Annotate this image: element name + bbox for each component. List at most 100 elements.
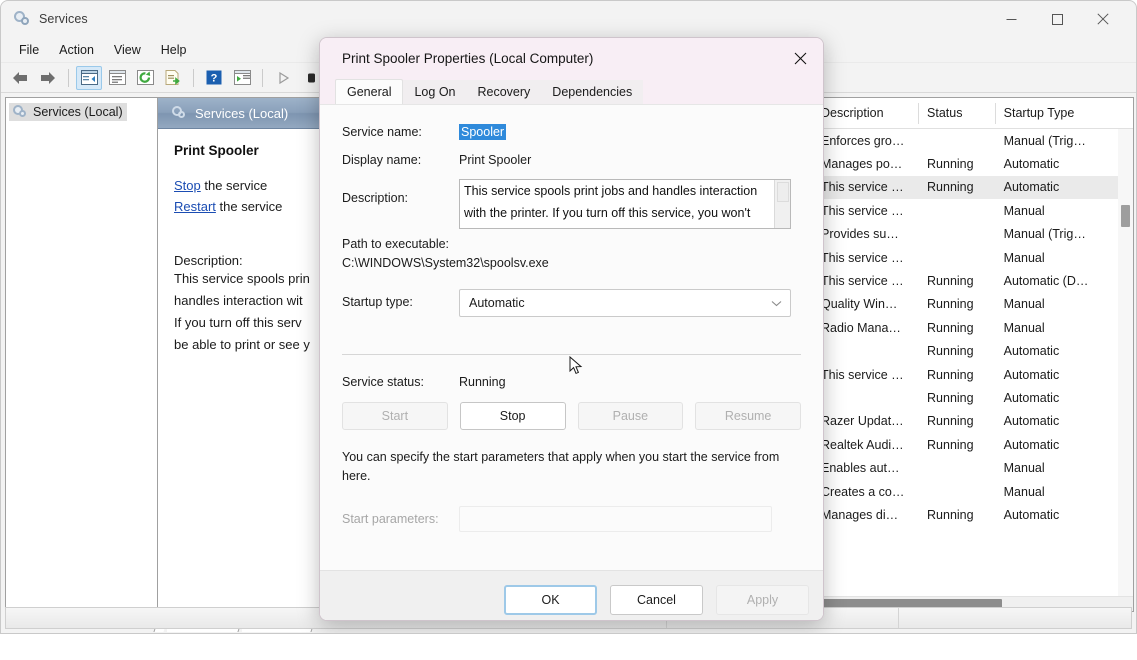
start-parameters-input[interactable]	[459, 506, 772, 532]
table-row[interactable]: Running Automatic	[813, 340, 1133, 363]
export-list-icon[interactable]	[160, 66, 186, 90]
back-icon[interactable]	[7, 66, 33, 90]
start-parameters-hint: You can specify the start parameters tha…	[342, 450, 780, 483]
tab-recovery[interactable]: Recovery	[466, 80, 542, 104]
startup-type-dropdown[interactable]: Automatic	[459, 289, 791, 317]
dialog-titlebar: Print Spooler Properties (Local Computer…	[320, 38, 823, 78]
table-row[interactable]: This service … Running Automatic	[813, 175, 1133, 200]
table-row[interactable]: This service … Manual	[813, 246, 1133, 269]
cell-status: Running	[927, 507, 974, 522]
chevron-down-icon	[771, 294, 782, 312]
service-status-row: Service status: Running	[342, 373, 801, 389]
table-row[interactable]: Manages di… Running Automatic	[813, 503, 1133, 526]
cell-status: Running	[927, 157, 974, 172]
description-scroll-thumb[interactable]	[777, 182, 789, 202]
stop-button[interactable]: Stop	[459, 402, 566, 430]
cell-startup-type: Automatic	[1003, 437, 1060, 452]
start-service-icon[interactable]	[270, 66, 296, 90]
list-vertical-scroll-thumb[interactable]	[1121, 205, 1130, 227]
toolbar-separator	[193, 68, 194, 87]
menu-file[interactable]: File	[9, 40, 49, 60]
startup-type-row: Startup type: Automatic	[342, 289, 801, 317]
services-gear-icon	[172, 105, 187, 121]
cell-startup-type: Automatic	[1003, 367, 1060, 382]
ok-button[interactable]: OK	[504, 584, 597, 615]
show-hide-console-tree-icon[interactable]	[76, 65, 102, 90]
window-titlebar: Services	[1, 1, 1136, 37]
start-button[interactable]: Start	[342, 402, 448, 430]
cell-status: Running	[927, 180, 974, 195]
description-scrollbar[interactable]	[774, 180, 790, 228]
cell-status: Running	[927, 274, 974, 289]
service-control-buttons: Start Stop Pause Resume	[342, 402, 801, 430]
print-spooler-properties-dialog: Print Spooler Properties (Local Computer…	[319, 37, 824, 621]
table-row[interactable]: This service … Running Automatic	[813, 363, 1133, 386]
column-header-startup-type[interactable]: Startup Type	[996, 103, 1133, 124]
table-row[interactable]: This service … Manual	[813, 199, 1133, 222]
menu-view[interactable]: View	[104, 40, 151, 60]
toolbar-separator	[262, 68, 263, 87]
table-row[interactable]: Realtek Audi… Running Automatic	[813, 433, 1133, 456]
refresh-icon[interactable]	[132, 66, 158, 90]
service-name-value[interactable]: Spooler	[459, 124, 507, 140]
path-value: C:\WINDOWS\System32\spoolsv.exe	[342, 256, 549, 270]
cell-description: This service …	[821, 367, 904, 382]
cell-description: Creates a co…	[821, 484, 905, 499]
close-icon[interactable]	[777, 38, 823, 78]
svg-text:?: ?	[211, 73, 218, 85]
cell-startup-type: Automatic	[1003, 507, 1060, 522]
tree-item-label: Services (Local)	[33, 105, 123, 119]
pause-button[interactable]: Pause	[577, 402, 684, 430]
description-textarea[interactable]: This service spools print jobs and handl…	[459, 179, 791, 229]
detail-header-label: Services (Local)	[195, 105, 289, 121]
table-row[interactable]: Razer Updat… Running Automatic	[813, 410, 1133, 433]
resume-button[interactable]: Resume	[695, 402, 801, 430]
forward-icon[interactable]	[35, 66, 61, 90]
display-name-value[interactable]: Print Spooler	[459, 151, 531, 167]
list-vertical-scrollbar[interactable]	[1118, 129, 1133, 596]
tab-general[interactable]: General	[335, 79, 404, 105]
table-row[interactable]: Running Automatic	[813, 386, 1133, 409]
table-row[interactable]: Enables aut… Manual	[813, 456, 1133, 479]
table-row[interactable]: Creates a co… Manual	[813, 480, 1133, 503]
table-row[interactable]: Quality Win… Running Manual	[813, 293, 1133, 316]
table-row[interactable]: Radio Mana… Running Manual	[813, 316, 1133, 339]
tab-log-on[interactable]: Log On	[403, 80, 467, 104]
close-icon[interactable]	[1080, 1, 1126, 37]
column-header-status[interactable]: Status	[919, 102, 996, 124]
tab-dependencies[interactable]: Dependencies	[541, 80, 644, 104]
tree-item-services-local[interactable]: Services (Local)	[9, 103, 127, 121]
cell-startup-type: Automatic	[1003, 180, 1060, 195]
apply-button[interactable]: Apply	[716, 584, 809, 615]
column-header-description[interactable]: Description	[813, 102, 920, 124]
cell-description: Radio Mana…	[821, 320, 901, 335]
cell-startup-type: Manual	[1003, 320, 1045, 335]
properties-icon[interactable]	[104, 66, 130, 90]
table-row[interactable]: Enforces gro… Manual (Trig…	[813, 129, 1133, 152]
service-status-value: Running	[459, 375, 506, 389]
table-row[interactable]: Provides su… Manual (Trig…	[813, 223, 1133, 246]
cancel-button[interactable]: Cancel	[610, 584, 703, 615]
startup-type-value: Automatic	[469, 296, 525, 310]
table-row[interactable]: This service … Running Automatic (D…	[813, 269, 1133, 292]
table-row[interactable]: Manages po… Running Automatic	[813, 152, 1133, 175]
minimize-icon[interactable]	[988, 1, 1034, 37]
cell-description: Provides su…	[821, 227, 899, 242]
status-segment-three	[899, 608, 1131, 628]
cell-status: Running	[927, 414, 974, 429]
maximize-icon[interactable]	[1034, 1, 1080, 37]
path-to-executable-block: Path to executable: C:\WINDOWS\System32\…	[342, 235, 801, 273]
cell-startup-type: Manual	[1003, 203, 1045, 218]
dialog-footer: OK Cancel Apply	[320, 570, 823, 620]
stop-service-link[interactable]: Stop	[174, 178, 201, 193]
cell-startup-type: Automatic	[1003, 344, 1060, 359]
services-gear-icon	[13, 105, 27, 119]
help-icon[interactable]: ?	[201, 66, 227, 90]
cell-description: This service …	[821, 203, 904, 218]
console-window-icon[interactable]	[229, 66, 255, 90]
cell-startup-type: Automatic	[1003, 157, 1060, 172]
restart-service-link[interactable]: Restart	[174, 199, 216, 214]
cell-description: Enforces gro…	[821, 133, 905, 148]
menu-help[interactable]: Help	[151, 40, 197, 60]
menu-action[interactable]: Action	[49, 40, 104, 60]
